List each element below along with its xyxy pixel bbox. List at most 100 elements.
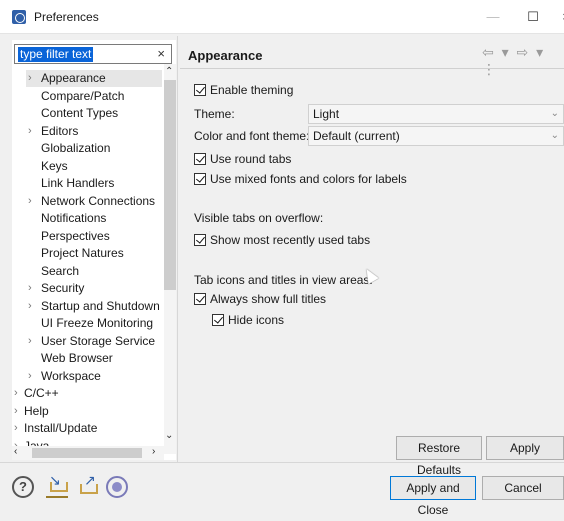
- hide-icons-checkbox[interactable]: Hide icons: [212, 312, 284, 328]
- import-icon[interactable]: [46, 472, 68, 498]
- checkbox-checked-icon[interactable]: [194, 153, 206, 165]
- tree-item-label: UI Freeze Monitoring: [41, 316, 154, 330]
- expand-twisty-icon[interactable]: ›: [28, 70, 38, 87]
- page-title: Appearance: [188, 48, 263, 63]
- tree-item[interactable]: Keys: [26, 158, 162, 175]
- apply-and-close-button[interactable]: Apply and Close: [390, 476, 476, 517]
- checkbox-checked-icon[interactable]: [194, 173, 206, 185]
- round-tabs-label: Use round tabs: [210, 152, 292, 166]
- mixed-fonts-label: Use mixed fonts and colors for labels: [210, 172, 407, 186]
- tree-item-label: Web Browser: [41, 351, 113, 365]
- filter-input[interactable]: type filter text ×: [14, 44, 172, 64]
- always-show-full-titles-checkbox[interactable]: Always show full titles: [194, 291, 326, 307]
- color-font-theme-select[interactable]: Default (current) ⌄: [308, 126, 564, 146]
- show-recent-tabs-checkbox[interactable]: Show most recently used tabs: [194, 232, 370, 248]
- preference-tree-panel: type filter text × › Appearance Compare/Pa…: [12, 40, 176, 460]
- visible-tabs-heading: Visible tabs on overflow:: [194, 211, 324, 225]
- tree-item[interactable]: Globalization: [26, 140, 162, 157]
- tree-vertical-scrollbar[interactable]: ⌃ ⌄: [164, 64, 176, 454]
- checkbox-checked-icon[interactable]: [194, 293, 206, 305]
- clear-filter-icon[interactable]: ×: [157, 46, 165, 61]
- tree-item-label: User Storage Service: [41, 333, 156, 348]
- window-title: Preferences: [34, 10, 99, 24]
- tree-item[interactable]: › Workspace: [26, 368, 162, 385]
- tree-item-label: Notifications: [41, 211, 107, 225]
- scroll-thumb[interactable]: [164, 80, 176, 290]
- tree-item-label: Keys: [41, 158, 68, 173]
- theme-select[interactable]: Light ⌄: [308, 104, 564, 124]
- always-show-full-titles-label: Always show full titles: [210, 292, 327, 306]
- tree-item-label: Link Handlers: [41, 176, 115, 190]
- tree-item-label: Globalization: [41, 141, 111, 155]
- expand-twisty-icon[interactable]: ›: [28, 333, 38, 350]
- expand-twisty-icon[interactable]: ›: [28, 298, 38, 315]
- panel-splitter[interactable]: [177, 36, 178, 462]
- checkbox-checked-icon[interactable]: [194, 84, 206, 96]
- tree-item[interactable]: › Install/Update: [12, 420, 162, 437]
- tree-item[interactable]: Link Handlers: [26, 175, 162, 192]
- tree-item-label: Appearance: [41, 71, 106, 85]
- tree-horizontal-scrollbar[interactable]: ‹ ›: [12, 446, 164, 460]
- scroll-down-icon[interactable]: ⌄: [165, 430, 173, 441]
- mixed-fonts-checkbox[interactable]: Use mixed fonts and colors for labels: [194, 171, 407, 187]
- theme-select-value: Light: [313, 107, 340, 121]
- expand-twisty-icon[interactable]: ›: [14, 420, 24, 437]
- tree-item[interactable]: › C/C++: [12, 385, 162, 402]
- tree-item[interactable]: › Help: [12, 403, 162, 420]
- tree-item[interactable]: UI Freeze Monitoring: [26, 315, 162, 332]
- filter-text: type filter text: [18, 47, 94, 62]
- tree-item[interactable]: Web Browser: [26, 350, 162, 367]
- tree-item-label: Network Connections: [41, 193, 156, 208]
- tree-item[interactable]: › User Storage Service: [26, 333, 162, 350]
- help-icon[interactable]: ?: [12, 476, 34, 498]
- checkbox-checked-icon[interactable]: [194, 234, 206, 246]
- round-tabs-checkbox[interactable]: Use round tabs: [194, 151, 291, 167]
- scroll-up-icon[interactable]: ⌃: [165, 66, 173, 77]
- export-icon[interactable]: [76, 472, 98, 498]
- expand-twisty-icon[interactable]: ›: [14, 403, 24, 420]
- tree-item[interactable]: Search: [26, 263, 162, 280]
- checkbox-checked-icon[interactable]: [212, 314, 224, 326]
- enable-theming-checkbox[interactable]: Enable theming: [194, 82, 293, 98]
- theme-label: Theme:: [194, 107, 235, 121]
- page-navigation-icons[interactable]: ⇦ ▾ ⇨ ▾ ⋮: [482, 44, 564, 78]
- expand-twisty-icon[interactable]: ›: [14, 385, 24, 402]
- appearance-page: Appearance ⇦ ▾ ⇨ ▾ ⋮ Enable theming Them…: [180, 36, 564, 477]
- chevron-down-icon: ⌄: [550, 108, 559, 119]
- tree-item[interactable]: Notifications: [26, 210, 162, 227]
- tree-item[interactable]: Compare/Patch: [26, 88, 162, 105]
- maximize-button[interactable]: ☐: [515, 6, 551, 28]
- tree-item-label: Install/Update: [24, 421, 98, 435]
- color-font-theme-value: Default (current): [313, 129, 400, 143]
- apply-button[interactable]: Apply: [486, 436, 564, 460]
- horizontal-scroll-thumb[interactable]: [32, 448, 142, 458]
- expand-twisty-icon[interactable]: ›: [28, 368, 38, 385]
- tree-item[interactable]: › Network Connections: [26, 193, 162, 210]
- tab-icons-heading: Tab icons and titles in view areas:: [194, 273, 373, 287]
- expand-twisty-icon[interactable]: ›: [28, 280, 38, 297]
- tree-item-label: Project Natures: [41, 246, 124, 260]
- close-button[interactable]: ×: [548, 6, 564, 28]
- expand-twisty-icon[interactable]: ›: [28, 193, 38, 210]
- tree-item[interactable]: Perspectives: [26, 228, 162, 245]
- record-icon[interactable]: [106, 476, 128, 498]
- scroll-right-icon[interactable]: ›: [152, 446, 155, 457]
- tree-item[interactable]: › Appearance: [26, 70, 162, 87]
- tree-item[interactable]: Project Natures: [26, 245, 162, 262]
- tree-item-label: Editors: [41, 123, 79, 138]
- tree-item-label: Compare/Patch: [41, 88, 125, 103]
- tree-item[interactable]: Content Types: [26, 105, 162, 122]
- tree-item[interactable]: › Security: [26, 280, 162, 297]
- title-bar: Preferences — ☐ ×: [0, 0, 564, 34]
- restore-defaults-button[interactable]: Restore Defaults: [396, 436, 482, 477]
- minimize-button[interactable]: —: [475, 6, 511, 28]
- tree-item[interactable]: › Editors: [26, 123, 162, 140]
- expand-twisty-icon[interactable]: ›: [28, 123, 38, 140]
- scroll-left-icon[interactable]: ‹: [14, 446, 17, 457]
- tree-item-label: Help: [24, 403, 49, 418]
- tree-item-label: C/C++: [24, 386, 59, 400]
- footer-divider: [0, 462, 564, 463]
- hide-icons-label: Hide icons: [228, 313, 285, 327]
- cancel-button[interactable]: Cancel: [482, 476, 564, 500]
- tree-item[interactable]: › Startup and Shutdown: [26, 298, 162, 315]
